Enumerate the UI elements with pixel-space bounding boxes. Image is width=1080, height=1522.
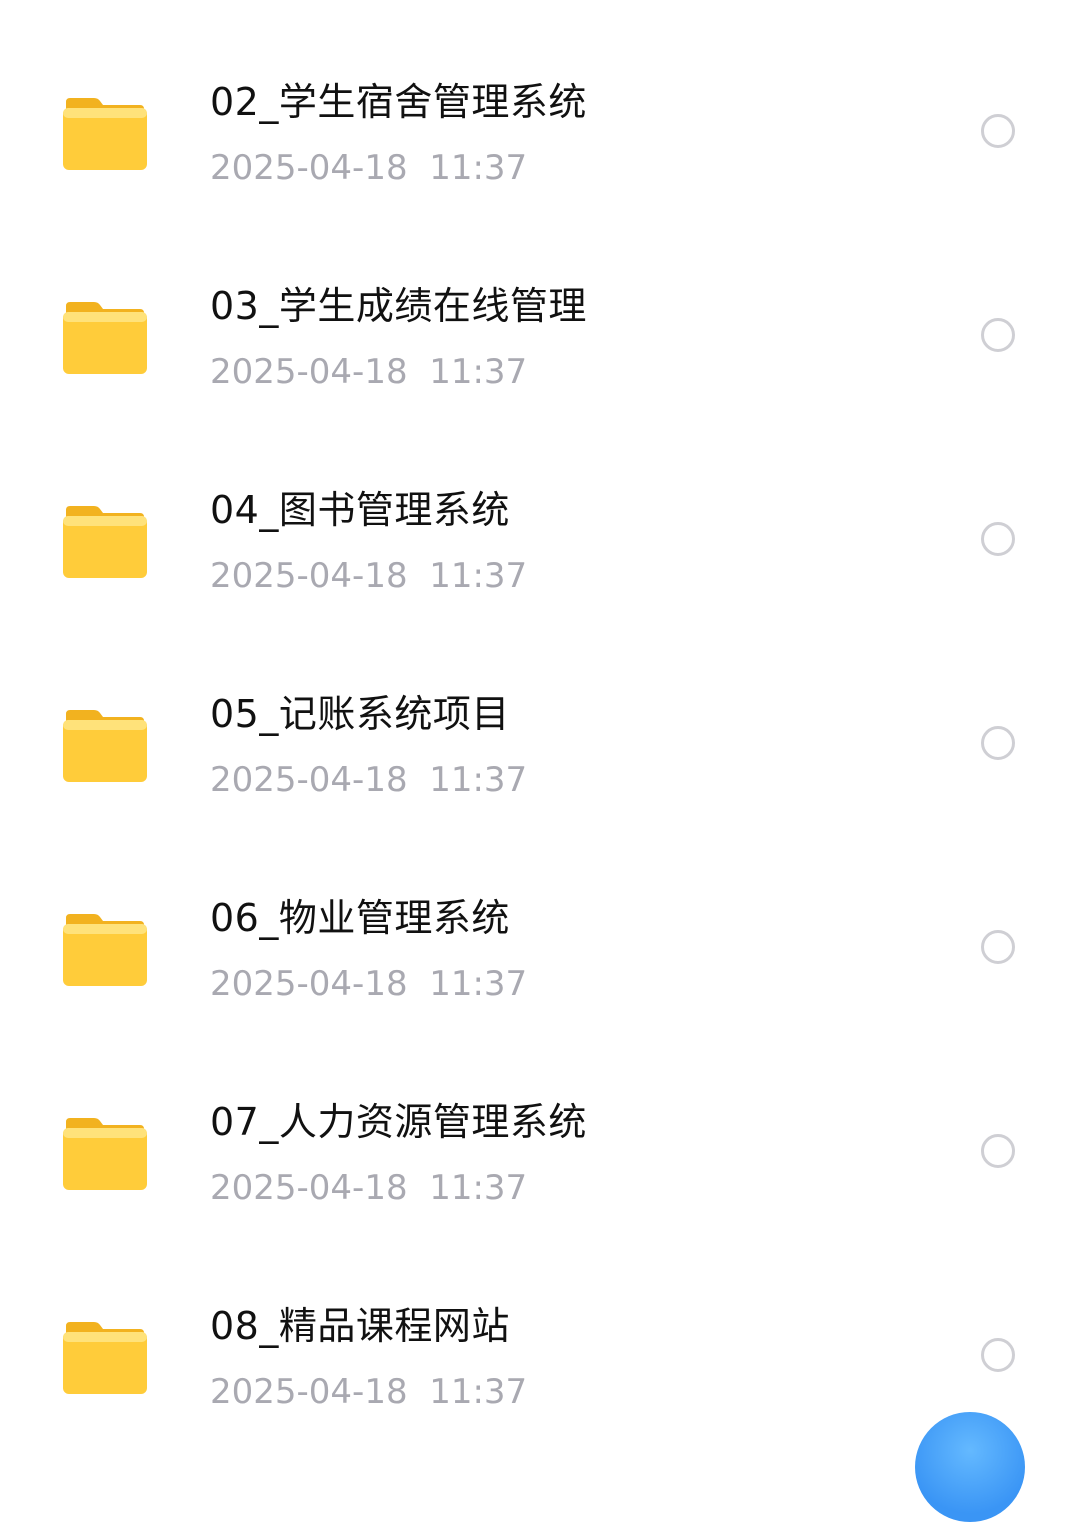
folder-name: 03_学生成绩在线管理 bbox=[210, 284, 587, 328]
list-item[interactable]: 07_人力资源管理系统 2025-04-18 11:37 bbox=[0, 1034, 1080, 1238]
folder-name: 02_学生宿舍管理系统 bbox=[210, 80, 587, 124]
folder-icon bbox=[62, 1116, 148, 1192]
file-list: 02_学生宿舍管理系统 2025-04-18 11:37 03_学生成绩在线管理… bbox=[0, 0, 1080, 1440]
folder-date: 2025-04-18 11:37 bbox=[210, 1168, 528, 1208]
list-item[interactable]: 04_图书管理系统 2025-04-18 11:37 bbox=[0, 422, 1080, 626]
folder-name: 06_物业管理系统 bbox=[210, 896, 510, 940]
select-radio[interactable] bbox=[981, 318, 1015, 352]
list-item[interactable]: 06_物业管理系统 2025-04-18 11:37 bbox=[0, 830, 1080, 1034]
folder-name: 05_记账系统项目 bbox=[210, 692, 510, 736]
select-radio[interactable] bbox=[981, 930, 1015, 964]
folder-date: 2025-04-18 11:37 bbox=[210, 556, 528, 596]
folder-name: 07_人力资源管理系统 bbox=[210, 1100, 587, 1144]
list-item[interactable]: 03_学生成绩在线管理 2025-04-18 11:37 bbox=[0, 218, 1080, 422]
floating-action-button[interactable] bbox=[915, 1412, 1025, 1522]
list-item[interactable]: 05_记账系统项目 2025-04-18 11:37 bbox=[0, 626, 1080, 830]
list-item[interactable]: 08_精品课程网站 2025-04-18 11:37 bbox=[0, 1238, 1080, 1442]
select-radio[interactable] bbox=[981, 1338, 1015, 1372]
folder-icon bbox=[62, 912, 148, 988]
folder-date: 2025-04-18 11:37 bbox=[210, 760, 528, 800]
select-radio[interactable] bbox=[981, 522, 1015, 556]
list-item[interactable]: 02_学生宿舍管理系统 2025-04-18 11:37 bbox=[0, 14, 1080, 218]
folder-date: 2025-04-18 11:37 bbox=[210, 964, 528, 1004]
select-radio[interactable] bbox=[981, 1134, 1015, 1168]
folder-name: 04_图书管理系统 bbox=[210, 488, 510, 532]
folder-icon bbox=[62, 708, 148, 784]
folder-icon bbox=[62, 504, 148, 580]
select-radio[interactable] bbox=[981, 726, 1015, 760]
select-radio[interactable] bbox=[981, 114, 1015, 148]
folder-icon bbox=[62, 1320, 148, 1396]
folder-icon bbox=[62, 96, 148, 172]
folder-name: 08_精品课程网站 bbox=[210, 1304, 510, 1348]
folder-date: 2025-04-18 11:37 bbox=[210, 352, 528, 392]
folder-date: 2025-04-18 11:37 bbox=[210, 148, 528, 188]
folder-icon bbox=[62, 300, 148, 376]
folder-date: 2025-04-18 11:37 bbox=[210, 1372, 528, 1412]
